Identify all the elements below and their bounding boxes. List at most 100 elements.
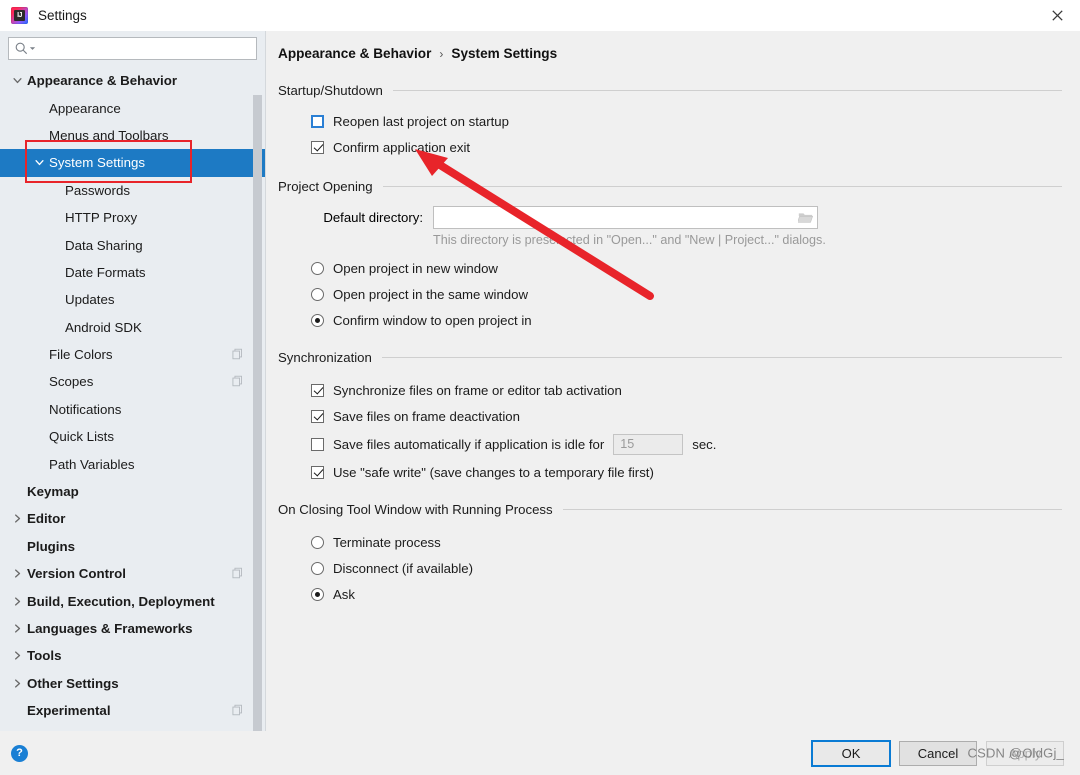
sidebar-item-label: Languages & Frameworks [27,621,193,636]
sidebar-scrollbar-thumb[interactable] [253,95,262,757]
radio-confirm-window-to-open-project-in[interactable] [311,314,324,327]
checkbox-reopen-last-project[interactable] [311,115,324,128]
section-header: Synchronization [278,350,1062,365]
project-scope-icon [232,566,243,581]
chevron-right-icon[interactable] [9,569,26,578]
sidebar-item-updates[interactable]: Updates [0,286,265,313]
sidebar-item-label: Android SDK [65,320,142,335]
sidebar-item-path-variables[interactable]: Path Variables [0,450,265,477]
section-header: On Closing Tool Window with Running Proc… [278,502,1062,517]
sidebar-item-data-sharing[interactable]: Data Sharing [0,231,265,258]
project-opening-options: Open project in new window Open project … [278,247,1062,333]
chevron-down-icon[interactable] [31,158,48,167]
breadcrumb-separator-icon: › [439,47,443,61]
sidebar-item-plugins[interactable]: Plugins [0,533,265,560]
chevron-down-icon[interactable] [9,76,26,85]
folder-icon[interactable] [798,211,813,224]
sidebar-item-label: Other Settings [27,676,119,691]
radio-row-disconnect[interactable]: Disconnect (if available) [311,555,1062,581]
radio-row-terminate-process[interactable]: Terminate process [311,529,1062,555]
checkbox-row-synchronize-files[interactable]: Synchronize files on frame or editor tab… [311,377,1062,403]
checkbox-synchronize-files-on-activation[interactable] [311,384,324,397]
sidebar-item-menus-and-toolbars[interactable]: Menus and Toolbars [0,122,265,149]
radio-row-ask[interactable]: Ask [311,581,1062,607]
idle-seconds-input[interactable]: 15 [613,434,683,455]
section-title: On Closing Tool Window with Running Proc… [278,502,553,517]
section-title: Synchronization [278,350,372,365]
section-rows: Synchronize files on frame or editor tab… [278,365,1062,485]
default-directory-input[interactable] [440,208,798,227]
dialog-footer: ? OK Cancel Apply CSDN @OldGj_ [0,731,1080,775]
checkbox-row-confirm-application-exit[interactable]: Confirm application exit [311,134,1062,160]
sidebar-item-editor[interactable]: Editor [0,505,265,532]
search-box[interactable] [8,37,257,60]
checkbox-save-files-automatically-idle[interactable] [311,438,324,451]
sidebar-item-android-sdk[interactable]: Android SDK [0,314,265,341]
sidebar-item-label: Date Formats [65,265,146,280]
sidebar-item-label: Keymap [27,484,79,499]
search-input[interactable] [39,39,250,58]
radio-terminate-process[interactable] [311,536,324,549]
section-title: Startup/Shutdown [278,83,383,98]
chevron-right-icon[interactable] [9,624,26,633]
sidebar-item-file-colors[interactable]: File Colors [0,341,265,368]
radio-row-open-same-window[interactable]: Open project in the same window [311,281,1062,307]
checkbox-save-files-on-frame-deactivation[interactable] [311,410,324,423]
sidebar-item-label: Notifications [49,402,121,417]
sidebar-item-other-settings[interactable]: Other Settings [0,670,265,697]
sidebar-item-http-proxy[interactable]: HTTP Proxy [0,204,265,231]
sidebar-item-passwords[interactable]: Passwords [0,177,265,204]
ok-button[interactable]: OK [812,741,890,766]
radio-open-project-same-window[interactable] [311,288,324,301]
sidebar-item-appearance-behavior[interactable]: Appearance & Behavior [0,67,265,94]
checkbox-row-save-on-deactivation[interactable]: Save files on frame deactivation [311,403,1062,429]
radio-ask[interactable] [311,588,324,601]
sidebar-scrollbar-track[interactable] [253,62,264,729]
checkbox-label: Use "safe write" (save changes to a temp… [333,465,654,480]
checkbox-row-reopen-last-project[interactable]: Reopen last project on startup [311,108,1062,134]
chevron-right-icon[interactable] [9,651,26,660]
footer-buttons: OK Cancel Apply [812,741,1064,766]
checkbox-use-safe-write[interactable] [311,466,324,479]
help-icon[interactable]: ? [11,745,28,762]
checkbox-row-safe-write[interactable]: Use "safe write" (save changes to a temp… [311,459,1062,485]
radio-disconnect-if-available[interactable] [311,562,324,575]
breadcrumb-root[interactable]: Appearance & Behavior [278,46,431,61]
sidebar-item-label: Path Variables [49,457,135,472]
sidebar-item-tools[interactable]: Tools [0,642,265,669]
sidebar-item-quick-lists[interactable]: Quick Lists [0,423,265,450]
sidebar-item-scopes[interactable]: Scopes [0,368,265,395]
sidebar-item-appearance[interactable]: Appearance [0,94,265,121]
idle-seconds-unit-label: sec. [692,437,716,452]
radio-row-open-new-window[interactable]: Open project in new window [311,255,1062,281]
cancel-button[interactable]: Cancel [899,741,977,766]
settings-sidebar: Appearance & BehaviorAppearance Menus and… [0,31,266,731]
default-directory-hint: This directory is preselected in "Open..… [278,233,1062,247]
chevron-right-icon[interactable] [9,597,26,606]
sidebar-item-languages-frameworks[interactable]: Languages & Frameworks [0,615,265,642]
project-scope-icon [232,703,243,718]
sidebar-item-label: Menus and Toolbars [49,128,169,143]
breadcrumb: Appearance & Behavior › System Settings [278,31,1062,61]
sidebar-item-label: System Settings [49,155,145,170]
section-divider [383,186,1062,187]
sidebar-item-system-settings[interactable]: System Settings [0,149,265,176]
sidebar-item-date-formats[interactable]: Date Formats [0,259,265,286]
sidebar-item-experimental[interactable]: Experimental [0,697,265,724]
settings-tree[interactable]: Appearance & BehaviorAppearance Menus and… [0,65,265,731]
checkbox-confirm-application-exit[interactable] [311,141,324,154]
checkbox-row-save-idle[interactable]: Save files automatically if application … [311,429,1062,459]
chevron-right-icon[interactable] [9,679,26,688]
default-directory-field[interactable] [433,206,818,229]
chevron-right-icon[interactable] [9,514,26,523]
radio-open-project-new-window[interactable] [311,262,324,275]
apply-button: Apply [986,741,1064,766]
sidebar-item-build-execution-deployment[interactable]: Build, Execution, Deployment [0,587,265,614]
sidebar-item-version-control[interactable]: Version Control [0,560,265,587]
search-dropdown-chevron-down-icon[interactable] [29,45,36,52]
sidebar-item-keymap[interactable]: Keymap [0,478,265,505]
sidebar-item-notifications[interactable]: Notifications [0,396,265,423]
close-icon[interactable] [1034,0,1080,31]
radio-row-confirm-window[interactable]: Confirm window to open project in [311,307,1062,333]
sidebar-item-label: Version Control [27,566,126,581]
